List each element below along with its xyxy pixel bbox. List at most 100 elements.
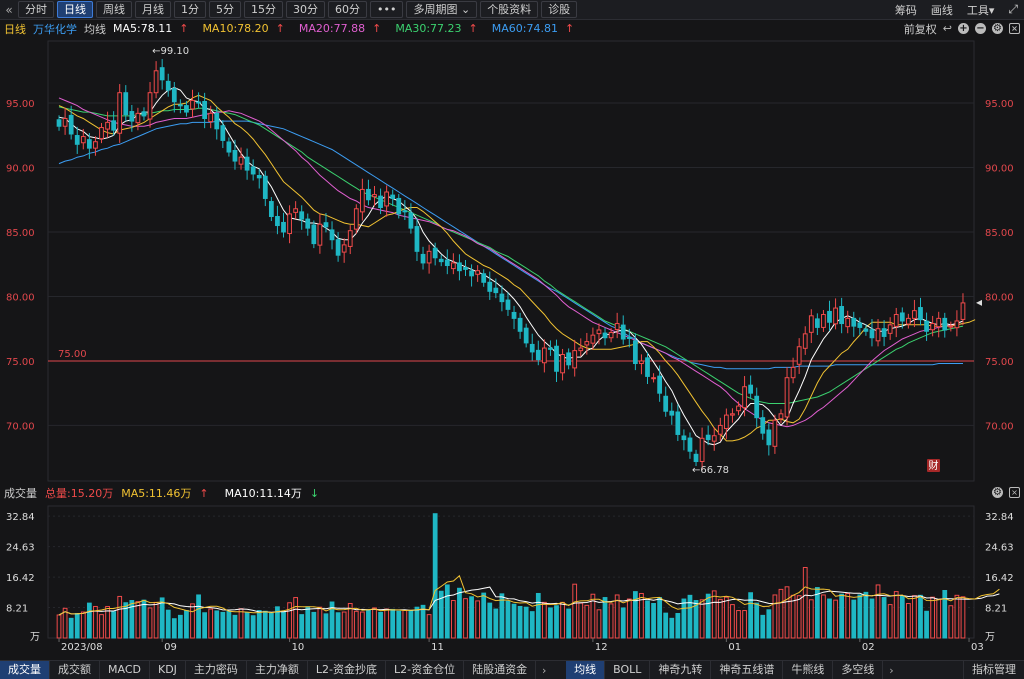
candle-body[interactable] xyxy=(335,239,341,256)
candle-body[interactable] xyxy=(578,347,584,352)
volume-bar[interactable] xyxy=(754,602,760,639)
tab-main-chips[interactable]: 主力密码 xyxy=(186,661,247,679)
tab-long-short[interactable]: 多空线 xyxy=(833,661,884,679)
volume-bar[interactable] xyxy=(372,607,377,639)
volume-bar[interactable] xyxy=(881,597,887,639)
candle-body[interactable] xyxy=(851,317,857,327)
volume-bar[interactable] xyxy=(760,614,766,639)
candle-body[interactable] xyxy=(56,119,62,127)
volume-bar[interactable] xyxy=(717,598,723,639)
volume-bar[interactable] xyxy=(378,611,383,639)
candle-body[interactable] xyxy=(833,307,838,325)
right-arrow-icon[interactable]: › xyxy=(883,664,899,677)
volume-bar[interactable] xyxy=(238,608,244,639)
volume-bar[interactable] xyxy=(250,615,256,639)
candle-body[interactable] xyxy=(123,92,129,116)
candle-body[interactable] xyxy=(918,307,923,321)
candle-body[interactable] xyxy=(681,435,687,441)
candle-body[interactable] xyxy=(347,230,353,247)
candle-body[interactable] xyxy=(572,350,578,369)
volume-bar[interactable] xyxy=(548,607,553,639)
candle-body[interactable] xyxy=(620,324,626,340)
candle-body[interactable] xyxy=(899,312,905,322)
volume-bar[interactable] xyxy=(432,513,438,639)
candle-body[interactable] xyxy=(220,125,226,141)
tab-nine-turns[interactable]: 神奇九转 xyxy=(650,661,712,679)
candle-body[interactable] xyxy=(117,92,123,134)
volume-bar[interactable] xyxy=(772,594,778,639)
volume-bar[interactable] xyxy=(426,614,432,639)
candle-body[interactable] xyxy=(232,149,238,162)
candle-body[interactable] xyxy=(639,360,644,365)
candle-body[interactable] xyxy=(202,100,208,120)
candle-body[interactable] xyxy=(275,216,280,227)
period-button[interactable]: 月线 xyxy=(135,1,171,18)
candle-body[interactable] xyxy=(256,175,262,179)
volume-bar[interactable] xyxy=(845,592,851,639)
multi-period-dropdown[interactable]: 多周期图 ⌄ xyxy=(406,1,478,18)
volume-bar[interactable] xyxy=(135,601,141,639)
candle-body[interactable] xyxy=(214,112,220,130)
candle-body[interactable] xyxy=(736,405,741,412)
candle-body[interactable] xyxy=(584,341,590,346)
volume-bar[interactable] xyxy=(912,595,917,639)
candle-body[interactable] xyxy=(693,453,699,463)
volume-bar[interactable] xyxy=(293,597,299,639)
candle-body[interactable] xyxy=(190,99,195,110)
candle-body[interactable] xyxy=(529,343,535,353)
candle-body[interactable] xyxy=(287,213,292,235)
candle-body[interactable] xyxy=(165,80,171,91)
volume-bar[interactable] xyxy=(711,590,717,639)
candle-body[interactable] xyxy=(262,175,268,199)
volume-bar[interactable] xyxy=(214,610,220,639)
volume-bar[interactable] xyxy=(736,610,741,639)
volume-bar[interactable] xyxy=(930,596,936,639)
tab-macd[interactable]: MACD xyxy=(100,661,150,679)
candle-body[interactable] xyxy=(135,112,141,124)
tools-menu[interactable]: 工具▾ xyxy=(967,2,995,18)
volume-bar[interactable] xyxy=(475,600,481,639)
volume-bar[interactable] xyxy=(839,593,845,639)
candle-body[interactable] xyxy=(857,322,863,328)
volume-bar[interactable] xyxy=(875,584,881,639)
volume-bar[interactable] xyxy=(687,594,693,639)
candle-body[interactable] xyxy=(378,195,383,208)
candle-body[interactable] xyxy=(226,141,232,153)
candle-body[interactable] xyxy=(444,259,450,267)
candle-body[interactable] xyxy=(802,333,808,349)
candle-body[interactable] xyxy=(517,317,523,332)
tab-l2-bottom[interactable]: L2-资金抄底 xyxy=(308,661,387,679)
volume-bar[interactable] xyxy=(287,602,292,639)
candle-body[interactable] xyxy=(396,197,402,215)
volume-bar[interactable] xyxy=(159,597,165,639)
volume-bar[interactable] xyxy=(620,607,626,639)
candle-body[interactable] xyxy=(432,247,438,259)
candle-body[interactable] xyxy=(845,317,851,328)
indicator-manage-button[interactable]: 指标管理 xyxy=(963,661,1024,679)
candle-body[interactable] xyxy=(790,366,796,379)
volume-bar[interactable] xyxy=(833,599,838,639)
volume-bar[interactable] xyxy=(887,604,893,639)
candle-body[interactable] xyxy=(147,92,153,120)
candle-body[interactable] xyxy=(930,323,936,331)
candle-body[interactable] xyxy=(105,121,110,130)
candle-body[interactable] xyxy=(311,224,317,245)
candle-body[interactable] xyxy=(499,293,505,303)
volume-bar[interactable] xyxy=(924,610,929,639)
candle-body[interactable] xyxy=(560,353,565,374)
zoom-out-icon[interactable]: − xyxy=(975,23,986,34)
candle-body[interactable] xyxy=(268,201,274,218)
candle-body[interactable] xyxy=(329,229,335,241)
volume-bar[interactable] xyxy=(68,617,74,639)
volume-bar[interactable] xyxy=(165,609,171,639)
candle-body[interactable] xyxy=(784,377,790,418)
candle-body[interactable] xyxy=(675,411,681,435)
candle-body[interactable] xyxy=(511,311,517,319)
diagnose-button[interactable]: 诊股 xyxy=(541,1,578,18)
candle-body[interactable] xyxy=(602,332,608,339)
settings-icon[interactable]: ⚙ xyxy=(992,487,1003,498)
volume-bar[interactable] xyxy=(742,610,747,639)
volume-bar[interactable] xyxy=(608,603,614,639)
volume-chart[interactable]: 32.84 24.63 16.42 8.21 万 32.84 24.63 16.42 8.21… xyxy=(0,502,1024,659)
volume-bar[interactable] xyxy=(863,591,869,639)
